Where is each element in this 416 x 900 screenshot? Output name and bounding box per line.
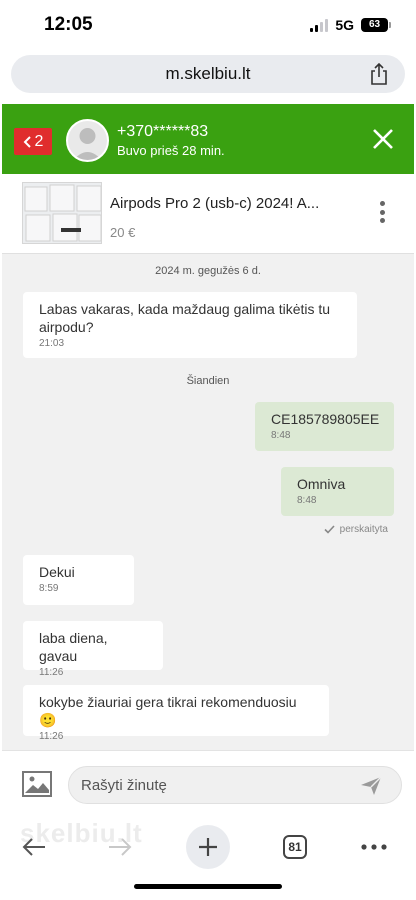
message-time: 21:03 — [39, 338, 65, 349]
message-outgoing[interactable]: CE185789805EE 8:48 — [255, 402, 394, 451]
message-input[interactable] — [68, 766, 402, 804]
kebab-menu-icon[interactable] — [380, 201, 386, 223]
listing-price: 20 € — [110, 225, 136, 240]
message-time: 11:26 — [39, 731, 64, 742]
date-separator: Šiandien — [186, 375, 230, 387]
status-bar: 12:05 5G 63 — [0, 0, 416, 52]
message-incoming[interactable]: kokybe žiauriai gera tikrai rekomenduosi… — [23, 685, 329, 742]
message-incoming[interactable]: Dekui 8:59 — [23, 555, 134, 605]
avatar[interactable] — [66, 119, 109, 162]
network-type: 5G — [335, 17, 354, 33]
signal-icon — [310, 18, 329, 32]
listing-summary[interactable]: Airpods Pro 2 (usb-c) 2024! A... 20 € — [2, 174, 414, 254]
read-receipt: perskaityta — [324, 524, 388, 535]
last-seen: Buvo prieš 28 min. — [117, 143, 225, 158]
contact-name: +370******83 — [117, 123, 209, 140]
message-text: Dekui — [39, 564, 75, 580]
message-text: Omniva — [297, 476, 346, 492]
compose-bar — [2, 750, 414, 817]
avatar-icon — [73, 128, 102, 160]
date-separator: 2024 m. gegužės 6 d. — [155, 265, 261, 277]
message-text: laba diena, gavau — [39, 630, 108, 664]
message-incoming[interactable]: Labas vakaras, kada maždaug galima tikėt… — [23, 292, 357, 358]
chat-header: 2 +370******83 Buvo prieš 28 min. — [2, 104, 414, 174]
message-text: Labas vakaras, kada maždaug galima tikėt… — [39, 301, 331, 335]
address-bar[interactable]: m.skelbiu.lt — [11, 55, 405, 93]
forward-arrow-icon[interactable] — [98, 825, 142, 869]
url-text: m.skelbiu.lt — [165, 64, 251, 83]
chevron-left-icon — [23, 135, 31, 148]
message-list[interactable]: 2024 m. gegužės 6 d. Labas vakaras, kada… — [2, 254, 414, 750]
home-indicator[interactable] — [134, 884, 282, 889]
image-icon[interactable] — [22, 771, 52, 797]
message-time: 11:26 — [39, 667, 64, 678]
back-count: 2 — [34, 132, 44, 150]
send-icon[interactable] — [360, 776, 382, 796]
back-arrow-icon[interactable] — [12, 825, 56, 869]
status-time: 12:05 — [44, 14, 93, 35]
message-time: 8:48 — [271, 430, 291, 441]
tabs-button[interactable]: 81 — [273, 825, 317, 869]
battery-icon: 63 — [361, 18, 391, 32]
message-text: kokybe žiauriai gera tikrai rekomenduosi… — [39, 694, 297, 728]
tabs-icon: 81 — [283, 835, 307, 859]
status-indicators: 5G 63 — [310, 17, 391, 33]
plus-icon[interactable] — [186, 825, 230, 869]
close-icon[interactable] — [372, 128, 394, 150]
listing-thumbnail[interactable] — [22, 182, 102, 244]
message-outgoing[interactable]: Omniva 8:48 — [281, 467, 394, 516]
message-time: 8:59 — [39, 583, 59, 594]
listing-title[interactable]: Airpods Pro 2 (usb-c) 2024! A... — [110, 195, 319, 212]
back-button[interactable]: 2 — [14, 128, 52, 155]
share-icon[interactable] — [369, 63, 389, 85]
read-status-text: perskaityta — [339, 524, 388, 535]
message-text: CE185789805EE — [271, 411, 380, 427]
browser-toolbar: skelbiu.lt 81 — [0, 817, 416, 900]
message-incoming[interactable]: laba diena, gavau 11:26 — [23, 621, 163, 678]
message-time: 8:48 — [297, 495, 317, 506]
more-icon[interactable] — [352, 825, 396, 869]
check-icon — [324, 525, 335, 534]
